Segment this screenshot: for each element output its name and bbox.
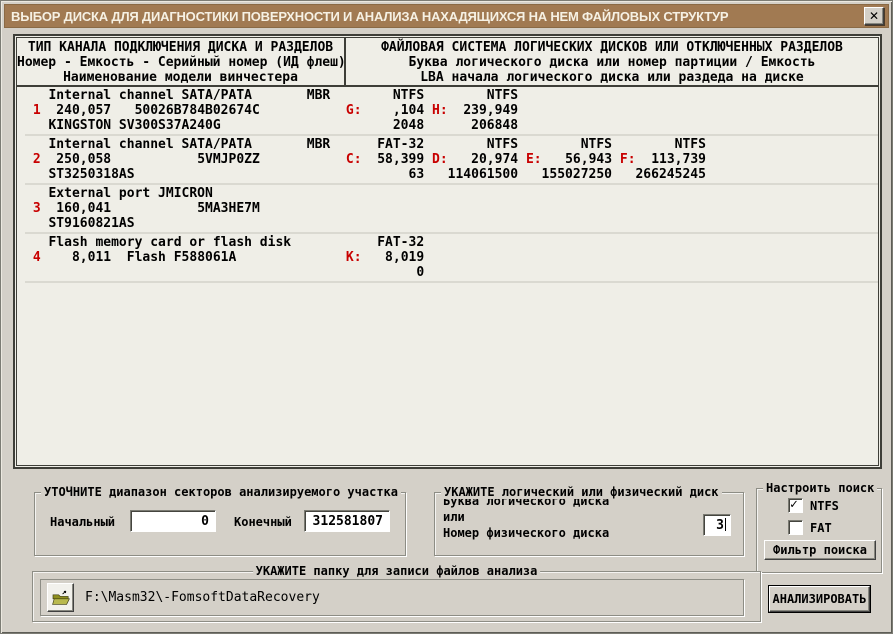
header-line: Номер - Емкость - Серийный номер (ИД фле… <box>17 55 344 70</box>
fat-checkbox-label: FAT <box>810 521 832 535</box>
output-folder-panel: УКАЖИТЕ папку для записи файлов анализа … <box>32 571 761 622</box>
table-row-line: ST3250318AS 63 114061500 155027250 26624… <box>25 167 878 182</box>
table-row-line: Internal channel SATA/PATA MBR FAT-32 NT… <box>25 137 878 152</box>
table-row[interactable]: Internal channel SATA/PATA MBR FAT-32 NT… <box>25 134 878 183</box>
disk-select-panel: УКАЖИТЕ логический или физический диск Б… <box>434 492 744 556</box>
disk-number-input[interactable]: 3 <box>703 514 731 536</box>
table-row-line: KINGSTON SV300S37A240G 2048 206848 <box>25 118 878 133</box>
header-column-filesystem: ФАЙЛОВАЯ СИСТЕМА ЛОГИЧЕСКИХ ДИСКОВ ИЛИ О… <box>346 38 878 85</box>
sectors-range-panel: УТОЧНИТЕ диапазон секторов анализируемог… <box>34 492 406 556</box>
start-sector-label: Начальный <box>50 515 115 529</box>
table-row-line: 0 <box>25 265 878 280</box>
output-folder-path: F:\Masm32\-FomsoftDataRecovery <box>41 590 320 605</box>
search-settings-panel: Настроить поиск NTFS FAT Фильтр поиска <box>756 488 882 573</box>
open-folder-icon <box>51 590 71 606</box>
table-row-line: ST9160821AS <box>25 216 878 231</box>
close-icon: ✕ <box>869 10 879 22</box>
browse-folder-button[interactable] <box>47 583 74 612</box>
disk-or-label: или <box>435 509 743 525</box>
header-line: LBA начала логического диска или раздеда… <box>346 70 878 85</box>
ntfs-checkbox-label: NTFS <box>810 499 839 513</box>
table-row-line: Internal channel SATA/PATA MBR NTFS NTFS <box>25 88 878 103</box>
close-button[interactable]: ✕ <box>864 7 884 25</box>
header-line: ТИП КАНАЛА ПОДКЛЮЧЕНИЯ ДИСКА И РАЗДЕЛОВ <box>17 40 344 55</box>
disk-table-header: ТИП КАНАЛА ПОДКЛЮЧЕНИЯ ДИСКА И РАЗДЕЛОВ … <box>17 38 878 87</box>
disk-table: ТИП КАНАЛА ПОДКЛЮЧЕНИЯ ДИСКА И РАЗДЕЛОВ … <box>13 34 882 469</box>
table-row-line: Flash memory card or flash disk FAT-32 <box>25 235 878 250</box>
header-column-channel: ТИП КАНАЛА ПОДКЛЮЧЕНИЯ ДИСКА И РАЗДЕЛОВ … <box>17 38 346 85</box>
table-row-line: 2 250,058 5VMJP0ZZ C: 58,399 D: 20,974 E… <box>25 152 878 167</box>
disk-table-body: Internal channel SATA/PATA MBR NTFS NTFS… <box>17 87 878 283</box>
table-row[interactable]: External port JMICRON 3 160,041 5MA3HE7M… <box>25 183 878 232</box>
table-row-line: 4 8,011 Flash F588061A K: 8,019 <box>25 250 878 265</box>
window-title: ВЫБОР ДИСКА ДЛЯ ДИАГНОСТИКИ ПОВЕРХНОСТИ … <box>5 9 728 24</box>
start-sector-input[interactable]: 0 <box>130 510 216 532</box>
header-line: Наименование модели винчестера <box>17 70 344 85</box>
sectors-range-legend: УТОЧНИТЕ диапазон секторов анализируемог… <box>41 485 401 499</box>
analyze-button[interactable]: АНАЛИЗИРОВАТЬ <box>769 586 870 612</box>
table-row[interactable]: Flash memory card or flash disk FAT-32 4… <box>25 232 878 281</box>
table-row-line: External port JMICRON <box>25 186 878 201</box>
output-folder-field[interactable]: F:\Masm32\-FomsoftDataRecovery <box>40 579 744 616</box>
text-cursor <box>725 518 726 531</box>
disk-number-label: Номер физического диска <box>435 525 743 541</box>
header-line: ФАЙЛОВАЯ СИСТЕМА ЛОГИЧЕСКИХ ДИСКОВ ИЛИ О… <box>346 40 878 55</box>
ntfs-checkbox[interactable] <box>788 498 803 513</box>
output-folder-legend: УКАЖИТЕ папку для записи файлов анализа <box>253 564 541 578</box>
table-row[interactable]: Internal channel SATA/PATA MBR NTFS NTFS… <box>25 87 878 134</box>
end-sector-input[interactable]: 312581807 <box>304 510 390 532</box>
table-row-line: 1 240,057 50026B784B02674C G: ,104 H: 23… <box>25 103 878 118</box>
search-settings-legend: Настроить поиск <box>763 481 877 495</box>
table-row-line: 3 160,041 5MA3HE7M <box>25 201 878 216</box>
disk-select-legend: УКАЖИТЕ логический или физический диск <box>441 485 722 499</box>
disk-table-frame: ТИП КАНАЛА ПОДКЛЮЧЕНИЯ ДИСКА И РАЗДЕЛОВ … <box>16 37 879 466</box>
end-sector-label: Конечный <box>234 515 292 529</box>
titlebar[interactable]: ВЫБОР ДИСКА ДЛЯ ДИАГНОСТИКИ ПОВЕРХНОСТИ … <box>4 4 889 28</box>
search-filter-button[interactable]: Фильтр поиска <box>764 540 876 560</box>
header-line: Буква логического диска или номер партиц… <box>346 55 878 70</box>
fat-checkbox[interactable] <box>788 520 803 535</box>
dialog-window: ВЫБОР ДИСКА ДЛЯ ДИАГНОСТИКИ ПОВЕРХНОСТИ … <box>0 0 893 634</box>
disk-number-value: 3 <box>716 518 724 533</box>
